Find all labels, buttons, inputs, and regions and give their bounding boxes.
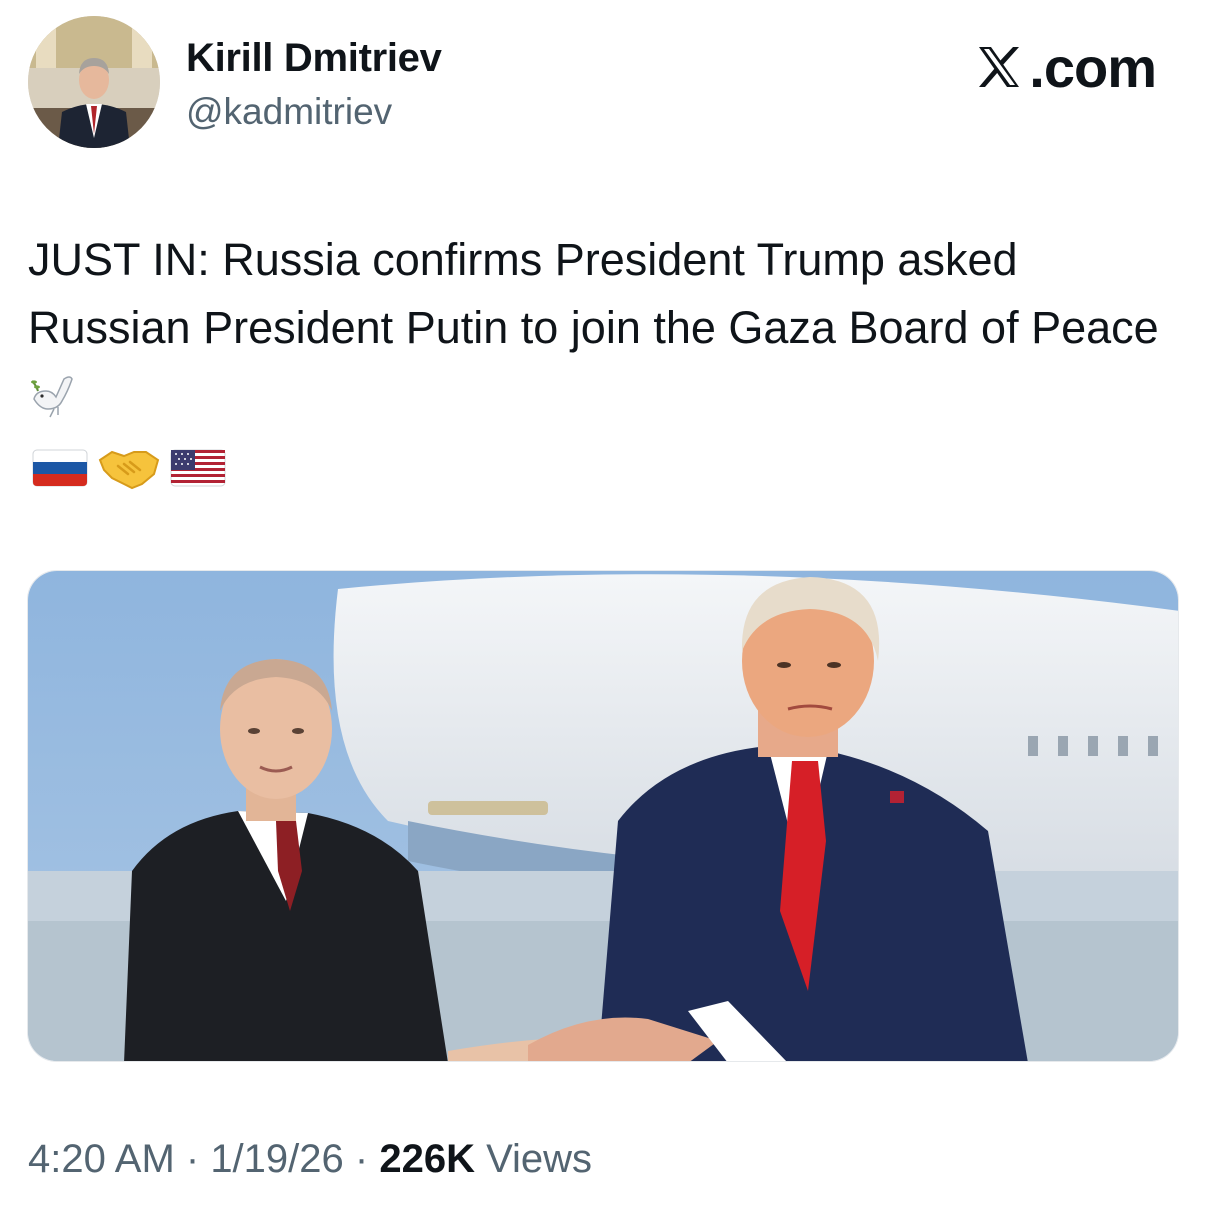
views-count[interactable]: 226K (379, 1137, 475, 1181)
russia-flag-emoji (32, 449, 88, 487)
author-display-name[interactable]: Kirill Dmitriev (186, 34, 442, 82)
tweet-text: JUST IN: Russia confirms President Trump… (28, 226, 1178, 430)
tweet-time[interactable]: 4:20 AM (28, 1137, 175, 1181)
author-handle[interactable]: @kadmitriev (186, 90, 392, 134)
meta-separator: · (174, 1137, 211, 1181)
usa-flag-emoji (170, 449, 226, 487)
brand-mark: .com (975, 36, 1157, 99)
avatar[interactable] (28, 16, 160, 148)
avatar-image (28, 16, 160, 148)
tweet-photo[interactable] (27, 570, 1179, 1062)
emoji-row (32, 444, 226, 492)
tweet-body: JUST IN: Russia confirms President Trump… (28, 234, 1159, 353)
tweet-date[interactable]: 1/19/26 (210, 1137, 343, 1181)
tweet-meta: 4:20 AM · 1/19/26 · 226K Views (28, 1135, 592, 1183)
x-logo-icon (979, 47, 1020, 87)
dove-emoji (31, 376, 73, 418)
handshake-emoji (98, 450, 160, 490)
views-label: Views (474, 1137, 593, 1181)
meta-separator: · (343, 1137, 380, 1181)
photo-image (28, 571, 1178, 1061)
brand-text: .com (1029, 35, 1157, 99)
